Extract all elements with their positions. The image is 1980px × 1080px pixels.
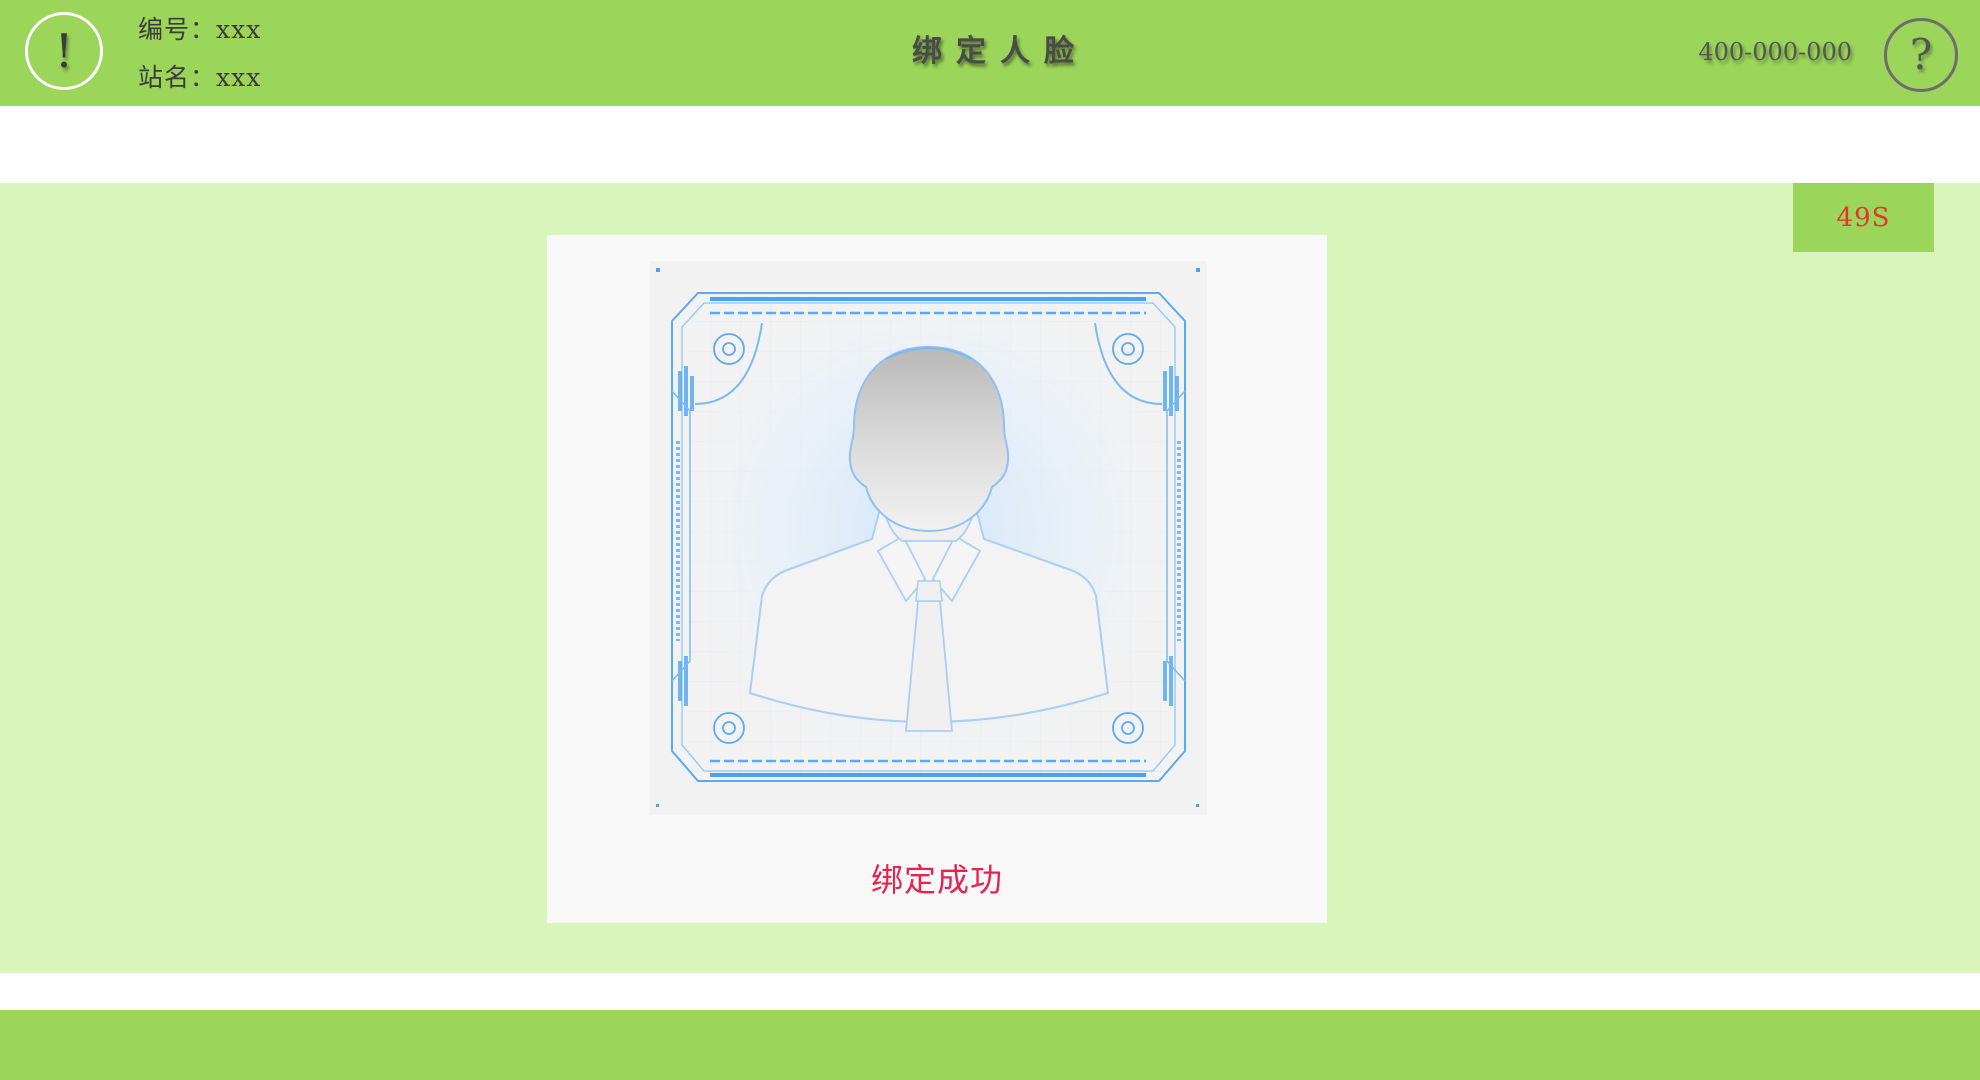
main-content-area: 49S 绑定成功 [0,183,1980,973]
countdown-timer: 49S [1793,183,1934,252]
face-binding-card: 绑定成功 [547,235,1327,923]
page-title: 绑定人脸 [912,34,1088,69]
bottom-footer-bar [0,1010,1980,1080]
person-silhouette-icon [656,268,1200,807]
top-header-bar: ! 编号：xxx 站名：xxx 绑定人脸 400-000-000 ? [0,0,1980,106]
question-mark-icon: ? [1909,30,1933,79]
binding-status-text: 绑定成功 [870,861,1003,899]
face-capture-frame [650,261,1207,815]
hotline-number: 400-000-000 [1698,38,1852,66]
help-button[interactable]: ? [1884,18,1958,92]
